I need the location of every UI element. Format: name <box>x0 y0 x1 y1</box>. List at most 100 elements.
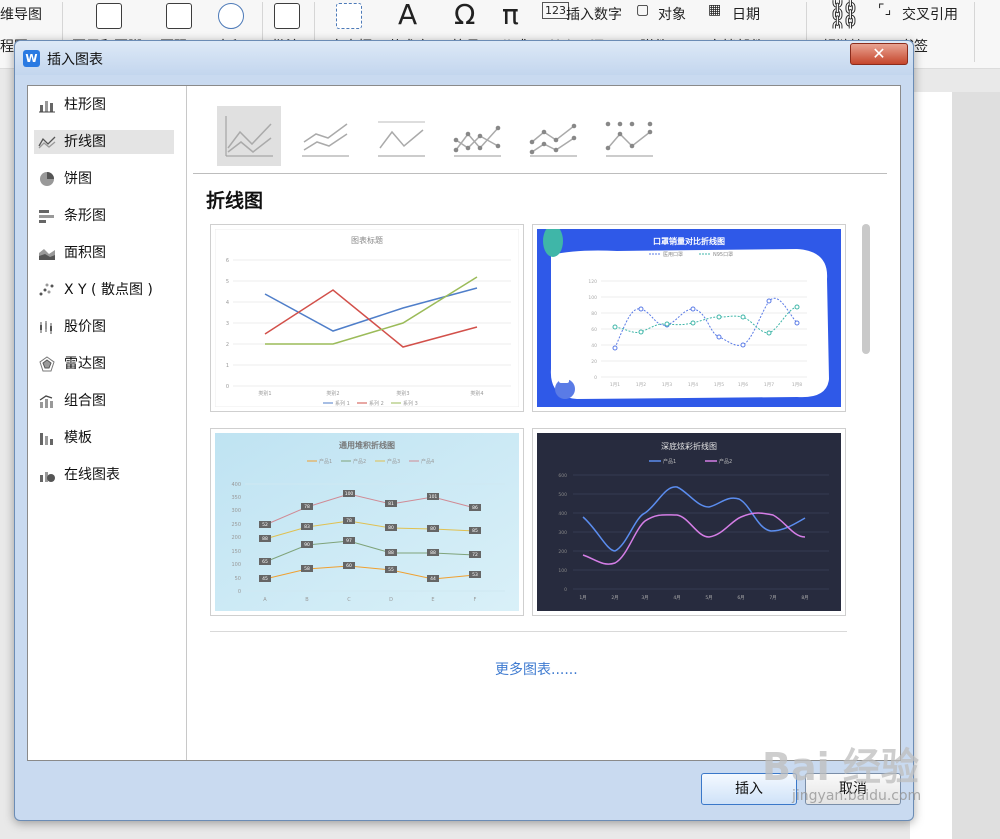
svg-text:3: 3 <box>226 321 229 327</box>
svg-text:200: 200 <box>231 535 241 541</box>
svg-text:1月6: 1月6 <box>738 382 748 388</box>
svg-text:350: 350 <box>231 495 241 501</box>
svg-text:类别1: 类别1 <box>258 390 271 397</box>
svg-text:78: 78 <box>304 504 310 510</box>
sidebar-item-online[interactable]: 在线图表 <box>34 463 174 487</box>
svg-text:医用口罩: 医用口罩 <box>663 252 683 258</box>
svg-text:5: 5 <box>226 279 229 285</box>
svg-text:101: 101 <box>429 494 438 500</box>
formula-icon[interactable]: π <box>502 0 519 31</box>
page-number-icon[interactable] <box>166 3 192 29</box>
line-variant-markers[interactable] <box>445 106 509 166</box>
baidu-watermark: Bai 经验 jingyan.baidu.com <box>752 726 972 816</box>
object-icon[interactable]: ▢ <box>636 2 649 18</box>
svg-text:0: 0 <box>238 589 241 595</box>
svg-text:1月2: 1月2 <box>636 382 646 388</box>
svg-text:90: 90 <box>304 542 310 548</box>
svg-text:0: 0 <box>226 384 229 390</box>
svg-text:600: 600 <box>558 473 567 479</box>
template-dark-colorful[interactable]: 深底炫彩折线图 产品1 产品2 0 100 200 300 400 500 600 1月 2月… <box>532 428 846 616</box>
ribbon-date[interactable]: 日期 <box>732 4 760 24</box>
header-footer-icon[interactable] <box>96 3 122 29</box>
gallery-scrollbar[interactable] <box>862 224 870 354</box>
template-default-line[interactable]: 图表标题 0123456 类别1 类别2 类别3 类别4 系列 1 系列 2 系… <box>210 224 524 412</box>
sidebar-item-label: 饼图 <box>64 171 92 187</box>
ribbon-object[interactable]: 对象 <box>658 4 686 24</box>
ribbon-insert-number[interactable]: 插入数字 <box>566 4 622 24</box>
crossref-icon[interactable]: ⌜⌟ <box>878 2 891 18</box>
sidebar-item-column[interactable]: 柱形图 <box>34 93 174 117</box>
close-button[interactable]: ✕ <box>850 43 908 65</box>
svg-text:81: 81 <box>388 501 394 507</box>
sidebar-item-label: 面积图 <box>64 245 106 261</box>
line-variant-stacked-markers[interactable] <box>521 106 585 166</box>
wordart-icon[interactable]: A <box>398 0 417 31</box>
sidebar-item-scatter[interactable]: X Y ( 散点图 ) <box>34 278 174 302</box>
date-icon[interactable]: ▦ <box>708 2 721 18</box>
area-chart-icon <box>39 249 55 260</box>
svg-text:85: 85 <box>472 528 478 534</box>
pie-chart-icon <box>40 172 54 186</box>
comment-icon[interactable] <box>274 3 300 29</box>
svg-text:2月: 2月 <box>611 595 618 601</box>
sidebar-item-pie[interactable]: 饼图 <box>34 167 174 191</box>
line-variant-icon <box>378 121 425 157</box>
template-thumbnail: 口罩销量对比折线图 医用口罩 N95口罩 0 20 40 60 80 100 120 1月1… <box>537 229 841 407</box>
divider <box>193 173 887 174</box>
line-variant-percent-markers[interactable] <box>597 106 661 166</box>
svg-text:产品4: 产品4 <box>421 458 434 465</box>
more-charts-link[interactable]: 更多图表...... <box>495 659 578 679</box>
svg-text:深底炫彩折线图: 深底炫彩折线图 <box>661 441 717 451</box>
svg-text:44: 44 <box>430 576 436 582</box>
svg-text:0: 0 <box>564 587 567 593</box>
sidebar-item-bar[interactable]: 条形图 <box>34 204 174 228</box>
svg-text:58: 58 <box>304 566 310 572</box>
textbox-icon[interactable] <box>336 3 362 29</box>
number-icon[interactable]: 123 <box>542 2 569 19</box>
dialog-body: 柱形图 折线图 饼图 条形图 面积图 X Y ( 散点图 ) 股价图 雷达图 组… <box>27 85 901 761</box>
template-icon <box>40 433 53 445</box>
radar-chart-icon <box>39 356 55 372</box>
sidebar-item-stock[interactable]: 股价图 <box>34 315 174 339</box>
template-stacked-line[interactable]: 通用堆积折线图 产品1 产品2 产品3 产品4 0 50 100 150 200 250 3… <box>210 428 524 616</box>
watermark-brand: Bai 经验 <box>762 745 919 789</box>
sidebar-item-area[interactable]: 面积图 <box>34 241 174 265</box>
svg-text:产品2: 产品2 <box>353 458 366 465</box>
svg-text:2: 2 <box>226 342 229 348</box>
hyperlink-icon[interactable]: ⛓ <box>826 0 862 31</box>
watermark-icon[interactable] <box>218 3 244 29</box>
svg-text:40: 40 <box>591 343 597 349</box>
stock-chart-icon <box>40 321 52 334</box>
svg-text:400: 400 <box>558 511 567 517</box>
svg-text:类别3: 类别3 <box>396 390 409 397</box>
svg-text:B: B <box>305 597 309 603</box>
watermark-url: jingyan.baidu.com <box>792 788 922 804</box>
ribbon-crossref[interactable]: 交叉引用 <box>902 4 958 24</box>
line-variant-percent[interactable] <box>369 106 433 166</box>
svg-text:1月: 1月 <box>579 595 586 601</box>
sidebar-item-line[interactable]: 折线图 <box>34 130 174 154</box>
sidebar-item-label: 雷达图 <box>64 356 106 372</box>
svg-text:400: 400 <box>231 482 241 488</box>
svg-text:72: 72 <box>472 552 478 558</box>
ribbon-mindmap[interactable]: 维导图 <box>0 4 42 24</box>
svg-text:88: 88 <box>262 536 268 542</box>
svg-text:500: 500 <box>558 492 567 498</box>
sidebar-item-combo[interactable]: 组合图 <box>34 389 174 413</box>
svg-text:120: 120 <box>588 279 597 285</box>
svg-text:1月5: 1月5 <box>714 382 724 388</box>
line-variant-stacked[interactable] <box>293 106 357 166</box>
symbol-icon[interactable]: Ω <box>454 0 475 31</box>
svg-text:1月8: 1月8 <box>792 382 802 388</box>
app-logo-icon: W <box>23 50 40 67</box>
template-mask-sales[interactable]: 口罩销量对比折线图 医用口罩 N95口罩 0 20 40 60 80 100 120 1月1… <box>532 224 846 412</box>
svg-text:100: 100 <box>345 491 354 497</box>
svg-text:产品2: 产品2 <box>719 458 732 465</box>
svg-text:100: 100 <box>588 295 597 301</box>
svg-text:1月4: 1月4 <box>688 382 698 388</box>
sidebar-item-radar[interactable]: 雷达图 <box>34 352 174 376</box>
svg-text:300: 300 <box>558 530 567 536</box>
dialog-titlebar[interactable]: W 插入图表 ✕ <box>15 41 913 75</box>
sidebar-item-template[interactable]: 模板 <box>34 426 174 450</box>
line-variant-basic[interactable] <box>217 106 281 166</box>
